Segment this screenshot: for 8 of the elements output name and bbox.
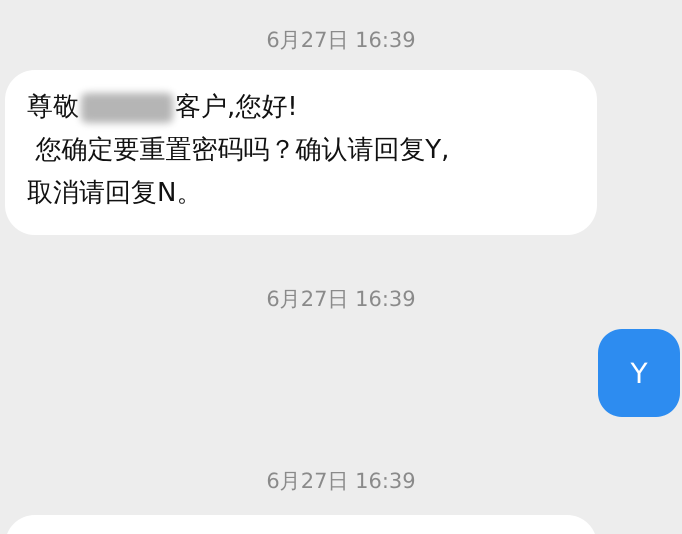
timestamp: 6月27日 16:39 [266, 27, 416, 54]
message-text: Y [630, 356, 648, 390]
message-text: 取消请回复N。 [27, 178, 202, 208]
timestamp: 6月27日 16:39 [266, 468, 416, 495]
message-text: 您确定要重置密码吗？确认请回复Y, [34, 135, 450, 165]
message-text: 尊敬 [27, 92, 79, 122]
timestamp: 6月27日 16:39 [266, 286, 416, 313]
message-text: 客户,您好! [175, 92, 298, 122]
